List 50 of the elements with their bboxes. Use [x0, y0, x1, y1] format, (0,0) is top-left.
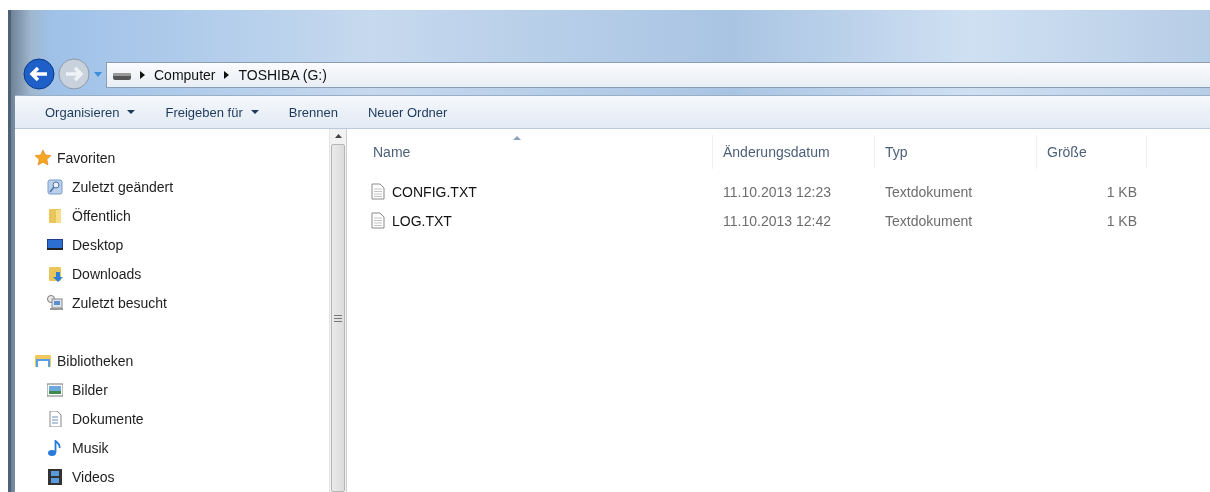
table-cell: Textdokument	[885, 183, 973, 200]
table-cell: 1 KB	[1106, 183, 1137, 200]
toolbar-button[interactable]: Neuer Ordner	[355, 100, 460, 124]
table-cell: 1 KB	[1106, 212, 1137, 229]
toolbar-button[interactable]: Organisieren	[33, 100, 148, 124]
chevron-icon[interactable]	[140, 71, 145, 79]
file-name[interactable]: LOG.TXT	[392, 212, 452, 229]
file-name[interactable]: CONFIG.TXT	[392, 183, 477, 200]
toolbar-button[interactable]: Brennen	[276, 100, 350, 124]
sidebar-item[interactable]: Bibliotheken	[57, 352, 134, 369]
sidebar-item[interactable]: Downloads	[72, 265, 142, 282]
sidebar-item[interactable]: Musik	[72, 439, 109, 456]
sidebar-item[interactable]: Videos	[72, 468, 115, 485]
drive-icon	[113, 73, 131, 81]
toolbar-button[interactable]: Freigeben für	[153, 100, 271, 124]
grip-icon	[334, 314, 342, 322]
landscape-icon	[47, 381, 63, 398]
column-header[interactable]: Größe	[1047, 144, 1087, 160]
column-header[interactable]: Typ	[885, 144, 908, 160]
sidebar-item[interactable]: Öffentlich	[72, 207, 131, 224]
magnifier-icon	[47, 178, 63, 195]
sidebar-item[interactable]: Bilder	[72, 381, 108, 398]
clock-screen-icon	[47, 294, 63, 311]
document-icon	[371, 212, 385, 229]
document-icon	[371, 183, 385, 200]
document-icon	[47, 410, 63, 427]
library-folder-icon	[35, 352, 51, 369]
table-cell: 11.10.2013 12:42	[723, 212, 831, 229]
film-icon	[47, 468, 63, 485]
sidebar-item[interactable]: Zuletzt geändert	[72, 178, 174, 195]
back-button[interactable]	[23, 58, 55, 90]
column-header[interactable]: Änderungsdatum	[723, 144, 830, 160]
scrollbar[interactable]	[329, 129, 347, 492]
scroll-up-icon[interactable]	[334, 134, 342, 138]
breadcrumb-link[interactable]: Computer	[154, 67, 216, 83]
music-note-icon	[47, 439, 63, 456]
star-icon	[35, 149, 51, 166]
table-cell: 11.10.2013 12:23	[723, 183, 831, 200]
monitor-icon	[47, 236, 63, 253]
scroll-thumb[interactable]	[331, 144, 345, 492]
sidebar-item[interactable]: Desktop	[72, 236, 124, 253]
breadcrumb-link[interactable]: TOSHIBA (G:)	[238, 67, 327, 83]
table-cell: Textdokument	[885, 212, 973, 229]
sidebar-item[interactable]: Favoriten	[57, 149, 116, 166]
chevron-icon[interactable]	[224, 71, 230, 79]
address-bar[interactable]: Computer TOSHIBA (G:)	[106, 62, 1210, 88]
sidebar-item[interactable]: Zuletzt besucht	[72, 294, 167, 311]
folder-icon	[47, 207, 63, 224]
column-header[interactable]: Name	[373, 144, 411, 160]
sidebar-item[interactable]: Dokumente	[72, 410, 144, 427]
